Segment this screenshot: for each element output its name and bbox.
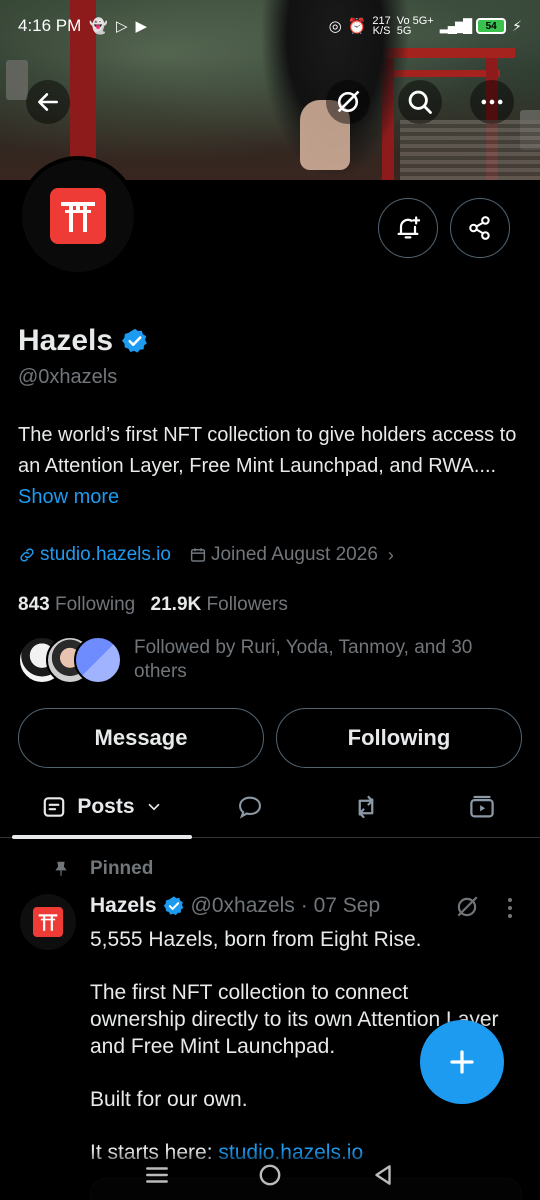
banner-stairs: [400, 120, 540, 180]
compose-post-button[interactable]: [420, 1020, 504, 1104]
plus-icon: [450, 1050, 474, 1074]
profile-avatar[interactable]: [18, 156, 138, 276]
bio-text: The world’s first NFT collection to give…: [18, 424, 517, 477]
network-type-bottom: 5G: [396, 25, 412, 37]
verified-badge-icon[interactable]: [163, 895, 185, 917]
home-icon[interactable]: [257, 1162, 283, 1188]
following-label: Following: [54, 594, 136, 615]
signal-icon: ▂▄▆█: [439, 18, 472, 33]
followers-label: Followers: [206, 594, 288, 615]
share-icon: [469, 216, 490, 240]
media-icon: [470, 795, 494, 817]
network-speed-unit: K/S: [372, 25, 391, 37]
pinned-label-row: Pinned: [52, 858, 153, 880]
back-triangle-icon[interactable]: [370, 1162, 396, 1188]
recent-apps-icon[interactable]: [144, 1164, 170, 1186]
system-navigation-bar: [0, 1150, 540, 1200]
verified-badge-icon[interactable]: [121, 327, 149, 355]
tab-posts-label: Posts: [77, 794, 135, 818]
message-button[interactable]: Message: [18, 708, 264, 768]
joined-date[interactable]: Joined August 2026: [211, 544, 378, 566]
following-count-link[interactable]: 843 Following: [18, 594, 135, 615]
status-time: 4:16 PM: [18, 16, 82, 35]
followers-count-link[interactable]: 21.9K Followers: [151, 594, 288, 615]
post-author-avatar[interactable]: [20, 894, 76, 950]
search-button[interactable]: [398, 80, 442, 124]
tab-replies[interactable]: [192, 776, 308, 838]
profile-bio: The world’s first NFT collection to give…: [18, 420, 522, 513]
back-arrow-icon: [38, 93, 58, 111]
alarm-icon: ⏰: [347, 18, 367, 35]
more-horizontal-icon: [481, 99, 503, 105]
followed-by-text: Followed by Ruri, Yoda, Tanmoy, and 30 o…: [134, 637, 473, 682]
status-right: ◎ ⏰ 217 K/S Vo 5G+ 5G ▂▄▆█ 54 ⚡: [328, 16, 522, 37]
status-bar: 4:16 PM 👻 ▷ ▶ ◎ ⏰ 217 K/S Vo 5G+ 5G ▂▄▆█…: [0, 0, 540, 52]
bell-plus-icon: [397, 216, 421, 239]
reply-icon: [238, 796, 261, 819]
profile-meta: studio.hazels.io Joined August 2026 ›: [18, 544, 394, 566]
following-button[interactable]: Following: [276, 708, 522, 768]
post-date: · 07 Sep: [300, 894, 381, 917]
torii-icon: [61, 202, 95, 232]
tab-media[interactable]: [424, 776, 540, 838]
banner-lantern: [6, 60, 28, 100]
share-button[interactable]: [450, 198, 510, 258]
torii-logo: [50, 188, 106, 244]
avatar: [74, 636, 122, 684]
website-link[interactable]: studio.hazels.io: [40, 544, 171, 566]
more-options-button[interactable]: [470, 80, 514, 124]
snapchat-icon: 👻: [89, 18, 108, 35]
pinned-label: Pinned: [90, 858, 154, 879]
pin-icon: [55, 861, 67, 876]
youtube-icon: ▶: [135, 18, 148, 35]
followers-count: 21.9K: [150, 594, 202, 615]
battery-icon: 54: [476, 18, 507, 34]
chevron-down-icon: [148, 803, 159, 810]
profile-name: Hazels: [18, 324, 114, 357]
more-vertical-icon[interactable]: [500, 896, 520, 920]
torii-icon: [38, 914, 58, 931]
follow-counts: 843 Following 21.9K Followers: [18, 594, 288, 616]
grok-icon[interactable]: [454, 894, 480, 920]
network-type: Vo 5G+ 5G: [396, 16, 434, 37]
followed-by-row[interactable]: Followed by Ruri, Yoda, Tanmoy, and 30 o…: [18, 636, 504, 684]
following-count: 843: [18, 594, 50, 615]
notifications-button[interactable]: [378, 198, 438, 258]
grok-button[interactable]: [326, 80, 370, 124]
headphones-icon: ◎: [328, 18, 342, 35]
grok-icon: [337, 90, 360, 113]
post-header: Hazels @0xhazels · 07 Sep: [90, 894, 380, 918]
charging-icon: ⚡: [512, 17, 522, 34]
tab-reposts[interactable]: [308, 776, 424, 838]
post-author-handle: @0xhazels: [190, 894, 295, 917]
torii-logo-small: [33, 907, 63, 937]
network-speed: 217 K/S: [372, 16, 391, 37]
profile-handle: @0xhazels: [18, 366, 118, 388]
repost-icon: [358, 795, 374, 818]
calendar-icon: [190, 548, 206, 562]
back-button[interactable]: [26, 80, 70, 124]
chevron-right-icon[interactable]: ›: [388, 545, 394, 566]
play-store-icon: ▷: [116, 18, 128, 35]
tab-posts[interactable]: Posts: [12, 776, 192, 839]
search-icon: [408, 90, 432, 114]
profile-name-row: Hazels: [18, 324, 149, 358]
posts-icon: [44, 796, 65, 817]
link-icon: [20, 548, 34, 562]
post-author-name[interactable]: Hazels: [90, 894, 157, 918]
show-more-link[interactable]: Show more: [18, 486, 119, 508]
post-paragraph: 5,555 Hazels, born from Eight Rise.: [90, 928, 422, 951]
profile-tabs: Posts: [0, 776, 540, 839]
